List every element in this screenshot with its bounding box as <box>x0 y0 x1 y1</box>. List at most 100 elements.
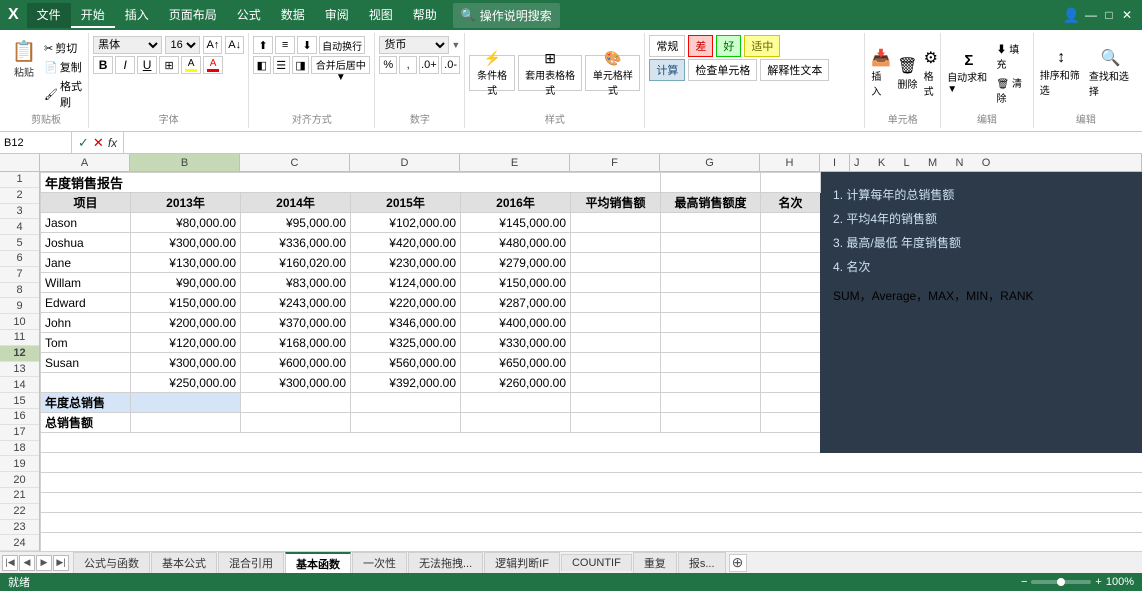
cell-joshua-2015[interactable]: ¥420,000.00 <box>351 233 461 253</box>
cell-jane-max[interactable] <box>661 253 761 273</box>
cell-willam-2013[interactable]: ¥90,000.00 <box>131 273 241 293</box>
cell-edward-rank[interactable] <box>761 293 821 313</box>
cell-r15[interactable] <box>41 453 1142 473</box>
table-row[interactable] <box>41 513 1142 533</box>
percent-btn[interactable]: % <box>379 56 397 74</box>
status-zoom-control[interactable]: − + 100% <box>1021 576 1134 588</box>
cell-r19[interactable] <box>41 533 1142 552</box>
cell-willam-name[interactable]: Willam <box>41 273 131 293</box>
add-sheet-btn[interactable]: ⊕ <box>729 554 747 572</box>
cell-john-name[interactable]: John <box>41 313 131 333</box>
align-top-btn[interactable]: ⬆ <box>253 36 273 54</box>
cell-john-2016[interactable]: ¥400,000.00 <box>461 313 571 333</box>
cell-total-label[interactable]: 总销售额 <box>41 413 131 433</box>
cell-john-avg[interactable] <box>571 313 661 333</box>
align-bottom-btn[interactable]: ⬇ <box>297 36 317 54</box>
cell-susan-rank[interactable] <box>761 353 821 373</box>
cell-susan-2014[interactable]: ¥600,000.00 <box>241 353 351 373</box>
table-row[interactable] <box>41 493 1142 513</box>
cell-willam-avg[interactable] <box>571 273 661 293</box>
cell-joshua-max[interactable] <box>661 233 761 253</box>
cell-r18[interactable] <box>41 513 1142 533</box>
tab-nav-last[interactable]: ▶| <box>53 555 69 571</box>
cell-r11-e[interactable]: ¥260,000.00 <box>461 373 571 393</box>
cell-r12-f[interactable] <box>571 393 661 413</box>
cell-r11-f[interactable] <box>571 373 661 393</box>
paste-btn[interactable]: 📋 粘贴 <box>8 37 40 81</box>
fill-btn[interactable]: ⬇ 填充 <box>994 40 1028 72</box>
menu-start[interactable]: 开始 <box>71 3 115 28</box>
dec-decrease-btn[interactable]: .0- <box>441 56 461 74</box>
delete-cells-btn[interactable]: 🗑 删除 <box>895 54 919 93</box>
style-good[interactable]: 好 <box>716 35 741 57</box>
cell-willam-2014[interactable]: ¥83,000.00 <box>241 273 351 293</box>
cell-jane-rank[interactable] <box>761 253 821 273</box>
cell-r13-e[interactable] <box>461 413 571 433</box>
cell-susan-name[interactable]: Susan <box>41 353 131 373</box>
menu-insert[interactable]: 插入 <box>115 3 159 28</box>
cell-r12-b[interactable] <box>131 393 241 413</box>
cell-jane-2013[interactable]: ¥130,000.00 <box>131 253 241 273</box>
cell-joshua-rank[interactable] <box>761 233 821 253</box>
cell-jason-2013[interactable]: ¥80,000.00 <box>131 213 241 233</box>
cell-tom-2015[interactable]: ¥325,000.00 <box>351 333 461 353</box>
cell-joshua-2013[interactable]: ¥300,000.00 <box>131 233 241 253</box>
cell-r11-h[interactable] <box>761 373 821 393</box>
font-color-btn[interactable]: A <box>203 56 223 74</box>
minimize-btn[interactable]: — <box>1084 8 1098 22</box>
search-box[interactable]: 🔍 操作说明搜索 <box>453 3 560 28</box>
autosum-btn[interactable]: Σ 自动求和▼ <box>945 50 992 97</box>
style-check-cell[interactable]: 检查单元格 <box>688 59 757 81</box>
align-right-btn[interactable]: ◨ <box>292 56 309 74</box>
cell-susan-avg[interactable] <box>571 353 661 373</box>
check-formula-icon[interactable]: ✓ <box>78 135 89 151</box>
cell-edward-avg[interactable] <box>571 293 661 313</box>
cell-jason-name[interactable]: Jason <box>41 213 131 233</box>
cell-r14[interactable] <box>41 433 821 453</box>
cell-jane-2016[interactable]: ¥279,000.00 <box>461 253 571 273</box>
font-grow-btn[interactable]: A↑ <box>203 36 222 54</box>
wrap-text-btn[interactable]: 自动换行 <box>319 36 365 54</box>
italic-btn[interactable]: I <box>115 56 135 74</box>
cell-r12-h[interactable] <box>761 393 821 413</box>
align-middle-btn[interactable]: ≡ <box>275 36 295 54</box>
menu-data[interactable]: 数据 <box>271 3 315 28</box>
menu-formula[interactable]: 公式 <box>227 3 271 28</box>
copy-btn[interactable]: 📄 复制 <box>42 58 84 76</box>
style-bad[interactable]: 差 <box>688 35 713 57</box>
insert-function-icon[interactable]: fx <box>108 136 117 150</box>
table-row[interactable] <box>41 533 1142 552</box>
merge-center-btn[interactable]: 合并后居中▼ <box>311 56 370 74</box>
sheet-tab-countif[interactable]: COUNTIF <box>561 554 632 571</box>
cell-john-2015[interactable]: ¥346,000.00 <box>351 313 461 333</box>
cell-r17[interactable] <box>41 493 1142 513</box>
cell-edward-2015[interactable]: ¥220,000.00 <box>351 293 461 313</box>
style-explanatory[interactable]: 解释性文本 <box>760 59 829 81</box>
menu-help[interactable]: 帮助 <box>403 3 447 28</box>
insert-cells-btn[interactable]: 📥 插入 <box>869 46 893 100</box>
cell-john-2013[interactable]: ¥200,000.00 <box>131 313 241 333</box>
sheet-tab-basic-formula[interactable]: 基本公式 <box>151 552 217 573</box>
table-format-btn[interactable]: ⊞ 套用表格格式 <box>518 55 582 91</box>
cell-r12-d[interactable] <box>351 393 461 413</box>
border-btn[interactable]: ⊞ <box>159 56 179 74</box>
cell-r13-d[interactable] <box>351 413 461 433</box>
cell-tom-2016[interactable]: ¥330,000.00 <box>461 333 571 353</box>
maximize-btn[interactable]: □ <box>1102 8 1116 22</box>
cell-header-max[interactable]: 最高销售额度 <box>661 193 761 213</box>
cell-willam-2015[interactable]: ¥124,000.00 <box>351 273 461 293</box>
cell-r13-g[interactable] <box>661 413 761 433</box>
cell-willam-rank[interactable] <box>761 273 821 293</box>
cell-susan-2013[interactable]: ¥300,000.00 <box>131 353 241 373</box>
cell-jane-2014[interactable]: ¥160,020.00 <box>241 253 351 273</box>
cell-r12-c[interactable] <box>241 393 351 413</box>
tab-nav-first[interactable]: |◀ <box>2 555 18 571</box>
sheet-tab-nodrag[interactable]: 无法拖拽... <box>408 552 483 573</box>
cell-edward-2014[interactable]: ¥243,000.00 <box>241 293 351 313</box>
cell-r11-d[interactable]: ¥392,000.00 <box>351 373 461 393</box>
cell-john-2014[interactable]: ¥370,000.00 <box>241 313 351 333</box>
tab-nav-next[interactable]: ▶ <box>36 555 52 571</box>
font-size-select[interactable]: 16 <box>165 36 200 54</box>
cell-jason-2014[interactable]: ¥95,000.00 <box>241 213 351 233</box>
tab-nav-prev[interactable]: ◀ <box>19 555 35 571</box>
